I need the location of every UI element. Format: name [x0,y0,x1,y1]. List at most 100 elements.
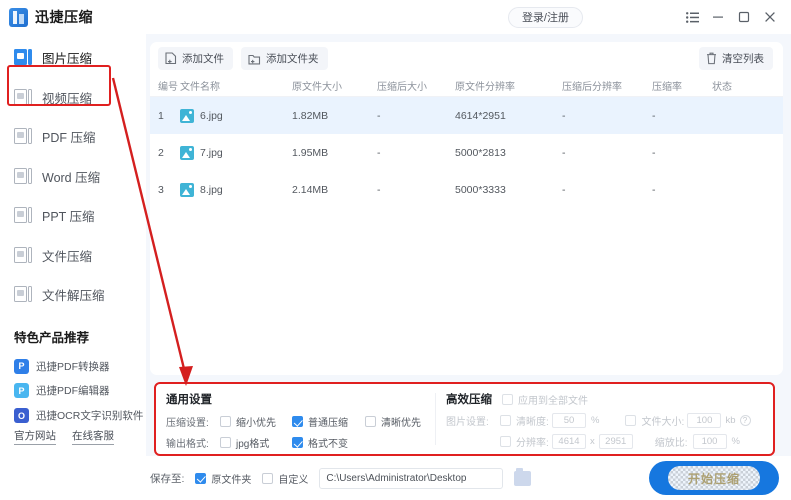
app-window: 迅捷压缩 登录/注册 图片压缩 视频压缩 PDF 压缩 Word 压缩 PPT … [0,0,791,500]
resolution-separator: x [590,436,595,447]
promo-item-pdf-editor[interactable]: P 迅捷PDF编辑器 [0,378,146,403]
close-icon[interactable] [757,4,783,30]
sidebar-item-pdf-compress[interactable]: PDF 压缩 [0,117,146,157]
checkbox[interactable] [625,415,637,426]
checkbox[interactable] [500,436,511,447]
sidebar-item-image-compress[interactable]: 图片压缩 [0,38,146,78]
save-original-folder-option[interactable]: 原文件夹 [195,471,251,486]
option-normal-compress[interactable]: 普通压缩 [292,414,365,429]
format-jpg[interactable]: jpg格式 [220,435,292,450]
option-clarity-priority[interactable]: 清晰优先 [365,414,421,429]
app-logo-icon [9,7,28,27]
checkbox[interactable] [220,437,231,448]
settings-panel: 通用设置 压缩设置: 缩小优先 普通压缩 清晰优先 输出格式: jpg格式 格式… [154,382,775,456]
checkbox[interactable] [292,437,303,448]
format-label: 格式不变 [308,439,348,450]
table-row[interactable]: 2 7.jpg 1.95MB - 5000*2813 - - [150,134,783,171]
sidebar-item-label: 文件解压缩 [42,289,105,304]
checkbox[interactable] [195,472,207,484]
app-brand: 迅捷压缩 [0,7,93,27]
checkbox[interactable] [220,416,231,427]
option-shrink-priority[interactable]: 缩小优先 [220,414,292,429]
row-orig-res: 5000*3333 [455,183,506,196]
pdf-editor-icon: P [14,383,29,399]
clear-list-button[interactable]: 清空列表 [699,47,773,70]
header-orig-size: 原文件大小 [292,82,342,93]
question-icon[interactable]: ? [739,415,751,426]
scale-input[interactable]: 100 [692,434,727,449]
resolution-height-input[interactable]: 2951 [598,434,633,449]
menu-icon[interactable] [679,4,705,30]
file-rows: 1 6.jpg 1.82MB - 4614*2951 - - 2 7.jpg 1… [150,97,783,375]
clarity-input[interactable]: 50 [552,413,586,428]
header-index: 编号 [158,82,178,93]
maximize-icon[interactable] [731,4,757,30]
row-orig-size: 1.82MB [292,109,329,122]
save-custom-label: 自定义 [278,474,309,486]
clarity-unit: % [591,415,600,426]
resolution-option[interactable]: 分辨率: [500,434,552,449]
format-keep-original[interactable]: 格式不变 [292,435,348,450]
resolution-width-input[interactable]: 4614 [552,434,586,449]
header-status: 状态 [712,82,732,93]
save-original-folder-label: 原文件夹 [211,474,252,486]
row-comp-res: - [562,109,566,122]
output-format-row: 输出格式: jpg格式 格式不变 [166,435,435,450]
checkbox[interactable] [500,415,511,426]
table-row[interactable]: 1 6.jpg 1.82MB - 4614*2951 - - [150,97,783,134]
minimize-icon[interactable] [705,4,731,30]
row-orig-res: 5000*2813 [455,146,506,159]
pdf-compress-icon [14,127,33,146]
promo-item-pdf-converter[interactable]: P 迅捷PDF转换器 [0,354,146,379]
add-file-button[interactable]: 添加文件 [158,47,233,70]
folder-icon[interactable] [514,468,532,486]
row-filename-cell: 6.jpg [180,108,292,123]
checkbox[interactable] [502,393,513,405]
add-folder-label: 添加文件夹 [266,53,319,65]
row-comp-res: - [562,146,566,159]
row-filename: 7.jpg [200,146,223,159]
login-register-button[interactable]: 登录/注册 [507,6,583,28]
advanced-settings-title: 高效压缩 [446,394,492,406]
add-folder-button[interactable]: 添加文件夹 [241,47,328,70]
row-filename: 6.jpg [200,109,223,122]
filesize-input[interactable]: 100 [687,413,722,428]
header-comp-res: 压缩后分辨率 [562,82,622,93]
resolution-row: 分辨率: 4614 x 2951 缩放比: 100 % [446,434,773,449]
official-website-link[interactable]: 官方网站 [14,428,56,446]
sidebar-item-file-decompress[interactable]: 文件解压缩 [0,275,146,315]
sidebar-item-ppt-compress[interactable]: PPT 压缩 [0,196,146,236]
sidebar-item-label: 视频压缩 [42,91,93,106]
sidebar-item-video-compress[interactable]: 视频压缩 [0,78,146,118]
row-index: 1 [158,109,164,122]
table-row[interactable]: 3 8.jpg 2.14MB - 5000*3333 - - [150,171,783,208]
row-comp-rate: - [652,183,656,196]
row-filename: 8.jpg [200,183,223,196]
advanced-settings: 高效压缩 应用到全部文件 图片设置: 清晰度: 50 % 文件大小: 100 k… [436,384,773,454]
clarity-option[interactable]: 清晰度: [500,413,552,428]
watermark-overlay: 开始压缩 [668,466,760,490]
save-path-input[interactable]: C:\Users\Administrator\Desktop [319,467,504,489]
checkbox[interactable] [292,416,303,427]
checkbox[interactable] [262,472,274,484]
scale-unit: % [731,436,740,447]
ppt-compress-icon [14,206,33,225]
add-folder-icon [248,54,261,64]
table-header: 编号 文件名称 原文件大小 压缩后大小 原文件分辨率 压缩后分辨率 压缩率 状态… [150,75,783,97]
sidebar-item-word-compress[interactable]: Word 压缩 [0,157,146,197]
online-support-link[interactable]: 在线客服 [72,428,114,446]
promo-item-label: 迅捷OCR文字识别软件 [36,410,144,423]
promo-item-ocr-software[interactable]: O 迅捷OCR文字识别软件 [0,403,146,428]
row-comp-rate: - [652,146,656,159]
sidebar-item-label: 文件压缩 [42,249,93,264]
sidebar: 图片压缩 视频压缩 PDF 压缩 Word 压缩 PPT 压缩 文件压缩 文件解… [0,34,146,456]
save-custom-option[interactable]: 自定义 [262,471,308,486]
ocr-software-icon: O [14,408,29,424]
apply-to-all-files[interactable]: 应用到全部文件 [502,392,588,407]
filesize-option[interactable]: 文件大小: [625,413,687,428]
checkbox[interactable] [365,416,376,427]
sidebar-item-file-compress[interactable]: 文件压缩 [0,236,146,276]
sidebar-item-label: Word 压缩 [42,170,101,185]
header-comp-rate: 压缩率 [652,82,682,93]
start-compress-button[interactable]: 开始压缩 [649,461,779,495]
